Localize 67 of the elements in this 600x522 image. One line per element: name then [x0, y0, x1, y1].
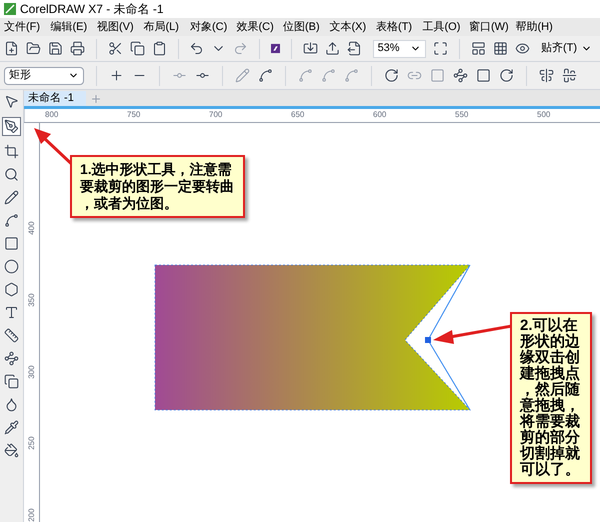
- ruler-label: 650: [291, 109, 306, 121]
- ruler-label: 350: [26, 292, 36, 307]
- ruler-label: 750: [127, 109, 142, 121]
- menu-item[interactable]: 文本(X): [330, 18, 376, 36]
- full-screen-icon[interactable]: [433, 41, 448, 56]
- reverse-icon[interactable]: [384, 68, 399, 83]
- connector-icon[interactable]: [4, 351, 19, 366]
- menu-item[interactable]: 布局(L): [144, 18, 190, 36]
- menu-item[interactable]: 位图(B): [283, 18, 330, 36]
- curve-icon[interactable]: [258, 68, 273, 83]
- folder-icon[interactable]: [26, 41, 41, 56]
- copy-icon[interactable]: [130, 41, 145, 56]
- ruler-label: 550: [455, 109, 470, 121]
- fill-icon[interactable]: [4, 443, 19, 458]
- import-icon[interactable]: [302, 41, 318, 56]
- ruler-label: 250: [26, 436, 36, 450]
- menu-item[interactable]: 窗口(W): [469, 18, 516, 36]
- add-node-icon[interactable]: [109, 68, 124, 83]
- crop-icon[interactable]: [4, 144, 19, 159]
- menu-item[interactable]: 编辑(E): [50, 18, 97, 36]
- printer-icon[interactable]: [70, 41, 85, 56]
- text-icon[interactable]: [4, 305, 19, 320]
- guidelines-icon[interactable]: [514, 41, 530, 56]
- callout-note: 1.选中形状工具，注意需要裁剪的图形一定要转曲，或者为位图。: [70, 155, 246, 218]
- rotate-icon[interactable]: [499, 68, 514, 83]
- polygon-icon[interactable]: [4, 282, 19, 297]
- ruler-label: 300: [26, 364, 36, 378]
- pointer-icon[interactable]: [4, 94, 19, 109]
- eyedropper-icon[interactable]: [4, 420, 19, 435]
- menu-item[interactable]: 视图(V): [97, 18, 144, 36]
- align-icon[interactable]: [539, 68, 554, 83]
- ruler-label: 600: [373, 109, 388, 121]
- transparency-icon[interactable]: [4, 397, 19, 412]
- save-icon[interactable]: [48, 41, 63, 56]
- scissors-icon[interactable]: [108, 41, 123, 56]
- export-icon[interactable]: [324, 41, 340, 56]
- menu-item[interactable]: 效果(C): [236, 18, 283, 36]
- menu-item[interactable]: 文件(F): [4, 18, 50, 36]
- curve-icon[interactable]: [4, 213, 19, 228]
- dimension-icon[interactable]: [4, 328, 19, 343]
- shape-type-dropdown[interactable]: 矩形: [4, 66, 84, 84]
- zoom-icon[interactable]: [4, 167, 19, 182]
- ruler-label: 500: [537, 109, 552, 121]
- ruler-label: 200: [26, 508, 36, 522]
- align-icon[interactable]: [562, 68, 577, 83]
- ruler-label: 800: [45, 109, 60, 121]
- ruler-label: 700: [209, 109, 224, 121]
- menu-item[interactable]: 表格(T): [376, 18, 422, 36]
- new-file-icon[interactable]: [4, 41, 19, 56]
- callout-note: 2.可以在形状的边缘双击创建拖拽点，然后随意拖拽，将需要裁剪的部分切割掉就可以了。: [510, 312, 592, 484]
- menu-item[interactable]: 帮助(H): [516, 18, 562, 36]
- ellipse-icon[interactable]: [4, 259, 19, 274]
- rectangle-icon[interactable]: [4, 236, 19, 251]
- menu-item[interactable]: 对象(C): [190, 18, 236, 36]
- menu-item[interactable]: 工具(O): [422, 18, 469, 36]
- shape-tool-icon[interactable]: [4, 119, 19, 134]
- freehand-icon[interactable]: [4, 190, 19, 205]
- document-tab[interactable]: 未命名 -1: [24, 91, 86, 106]
- undo-icon[interactable]: [189, 41, 204, 56]
- grid-icon[interactable]: [492, 41, 508, 56]
- app-logo-icon: [4, 3, 16, 15]
- paste-icon[interactable]: [152, 41, 167, 56]
- ruler-label: 400: [26, 220, 36, 235]
- snap-button[interactable]: 贴齐(T): [536, 40, 596, 57]
- zoom-field[interactable]: 53%: [372, 40, 426, 58]
- node-icon[interactable]: [453, 68, 468, 83]
- window-title: CorelDRAW X7 - 未命名 -1: [20, 1, 164, 18]
